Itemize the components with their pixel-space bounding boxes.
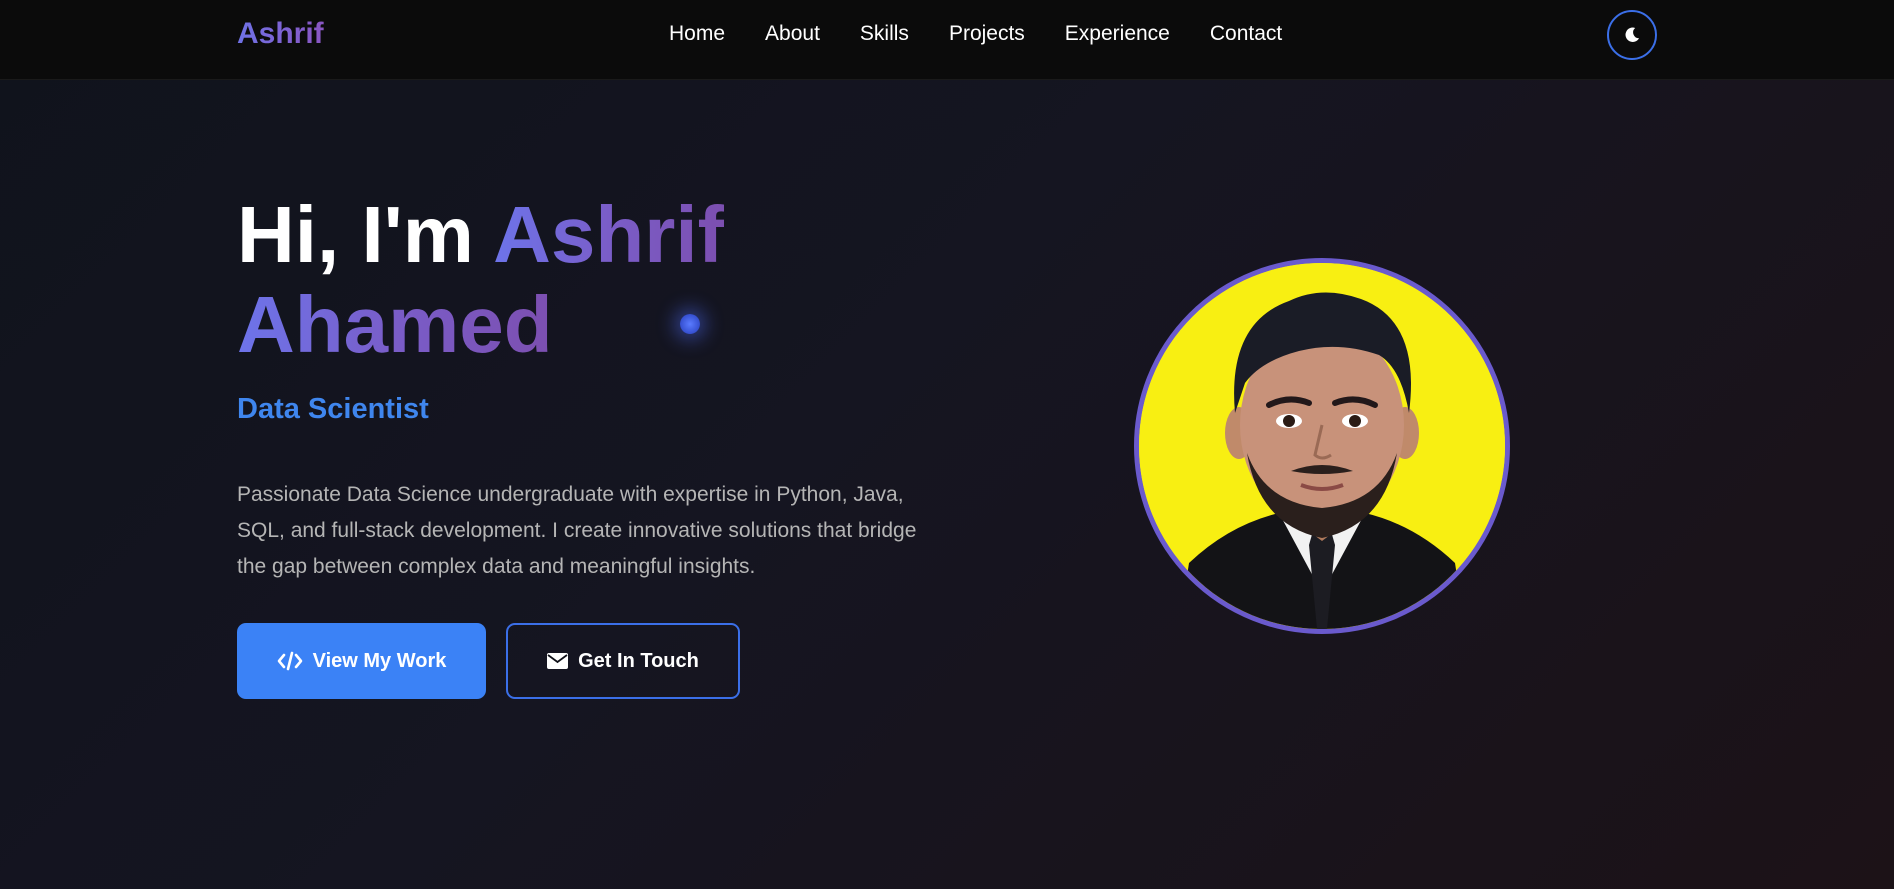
hero-greeting: Hi, I'm: [237, 190, 494, 279]
nav-link-about[interactable]: About: [765, 22, 820, 45]
navbar: Ashrif Home About Skills Projects Experi…: [0, 0, 1894, 80]
profile-portrait-image: [1139, 263, 1505, 629]
brand-logo[interactable]: Ashrif: [237, 17, 324, 51]
hero-name-first: Ashrif: [493, 190, 725, 279]
envelope-icon: [547, 653, 569, 669]
nav-item-about: About: [765, 22, 820, 46]
nav-link-contact[interactable]: Contact: [1210, 22, 1282, 45]
moon-icon: [1625, 27, 1640, 42]
cursor-glow-dot: [680, 314, 700, 334]
theme-toggle-button[interactable]: [1607, 10, 1657, 60]
nav-link-projects[interactable]: Projects: [949, 22, 1025, 45]
code-icon: [277, 651, 302, 671]
view-my-work-button[interactable]: View My Work: [237, 623, 486, 699]
nav-link-home[interactable]: Home: [669, 22, 725, 45]
view-my-work-label: View My Work: [312, 649, 447, 672]
get-in-touch-label: Get In Touch: [578, 649, 699, 672]
hero-heading: Hi, I'm Ashrif Ahamed: [237, 190, 937, 370]
nav-item-skills: Skills: [860, 22, 909, 46]
nav-links: Home About Skills Projects Experience Co…: [669, 22, 1282, 46]
nav-item-experience: Experience: [1065, 22, 1170, 46]
profile-photo: [1134, 258, 1510, 634]
nav-link-experience[interactable]: Experience: [1065, 22, 1170, 45]
get-in-touch-button[interactable]: Get In Touch: [506, 623, 740, 699]
hero-description: Passionate Data Science undergraduate wi…: [237, 483, 917, 578]
hero-name-last: Ahamed: [237, 280, 553, 369]
nav-link-skills[interactable]: Skills: [860, 22, 909, 45]
hero-role: Data Scientist: [237, 393, 429, 425]
nav-item-home: Home: [669, 22, 725, 46]
nav-item-contact: Contact: [1210, 22, 1282, 46]
nav-item-projects: Projects: [949, 22, 1025, 46]
